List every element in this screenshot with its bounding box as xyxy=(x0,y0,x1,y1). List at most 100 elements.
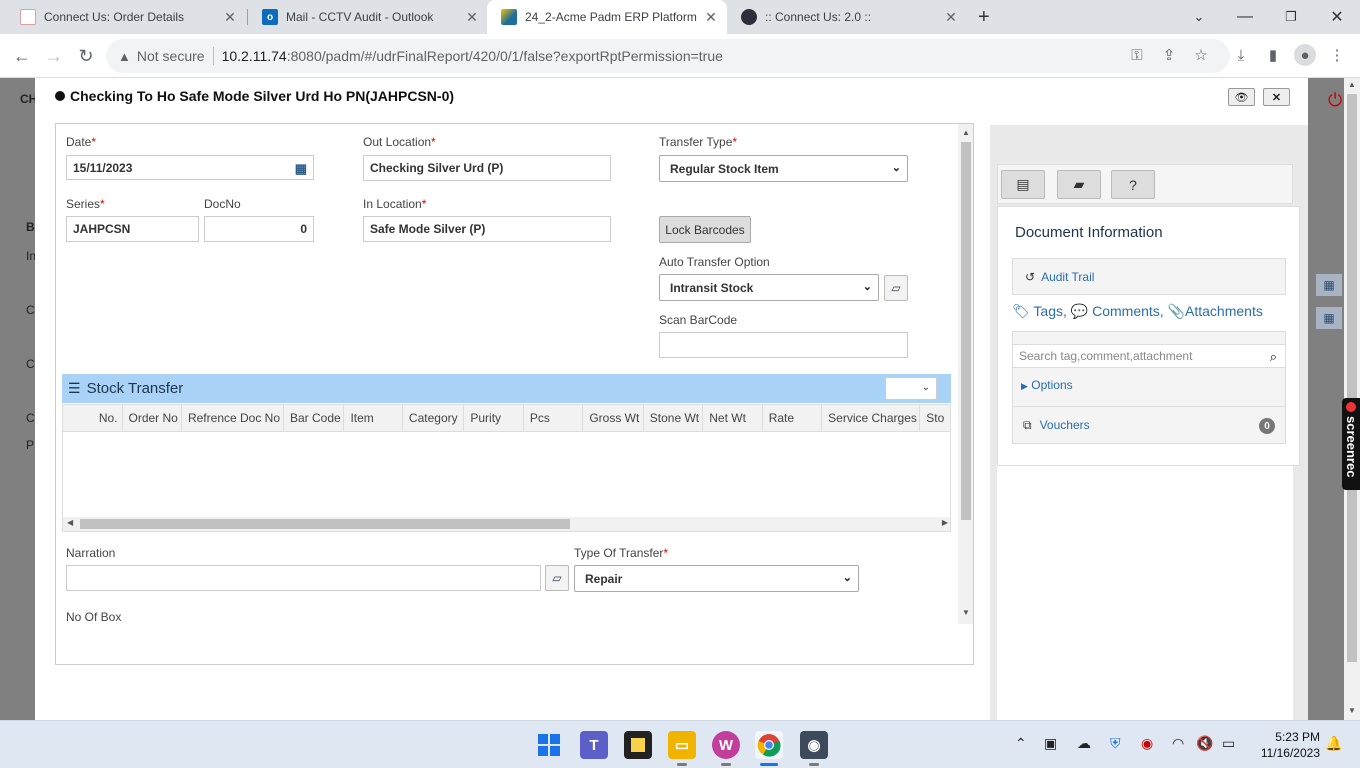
book-icon[interactable]: ▰ xyxy=(1057,170,1101,199)
tab-connect-us[interactable]: :: Connect Us: 2.0 :: ✕ xyxy=(727,0,967,34)
docno-field[interactable]: 0 xyxy=(204,216,314,242)
col-pcs[interactable]: Pcs xyxy=(524,405,584,431)
col-item[interactable]: Item xyxy=(344,405,403,431)
scroll-left-icon[interactable]: ◀ xyxy=(67,518,73,527)
profile-avatar-icon[interactable]: ● xyxy=(1294,44,1316,66)
col-net-wt[interactable]: Net Wt xyxy=(703,405,763,431)
chevron-down-icon[interactable]: ⌄ xyxy=(1176,0,1222,34)
sticky-notes-icon[interactable] xyxy=(624,731,652,759)
scroll-thumb[interactable] xyxy=(80,519,570,529)
vouchers-link[interactable]: ⧉ Vouchers 0 xyxy=(1012,406,1286,444)
key-icon[interactable]: ⚿ xyxy=(1126,44,1148,66)
attachments-link[interactable]: Attachments xyxy=(1185,303,1263,319)
restore-icon[interactable]: ❐ xyxy=(1268,0,1314,34)
tags-link[interactable]: Tags, xyxy=(1033,303,1066,319)
scroll-thumb[interactable] xyxy=(1347,94,1357,662)
scroll-thumb[interactable] xyxy=(961,142,971,520)
tab-outlook[interactable]: o Mail - CCTV Audit - Outlook ✕ xyxy=(248,0,488,34)
auto-transfer-select[interactable]: Intransit Stock ⌄ xyxy=(659,274,879,301)
new-tab-button[interactable]: + xyxy=(970,0,1004,34)
folder-open-icon[interactable]: ▱ xyxy=(545,565,569,591)
type-of-transfer-select[interactable]: Repair ⌄ xyxy=(574,565,859,592)
stock-transfer-select[interactable]: ⌄ xyxy=(885,377,937,400)
share-icon[interactable]: ⇪ xyxy=(1158,44,1180,66)
series-field[interactable]: JAHPCSN xyxy=(66,216,199,242)
security-shield-icon[interactable]: ⛨ xyxy=(1110,735,1121,752)
col-category[interactable]: Category xyxy=(403,405,465,431)
scroll-up-icon[interactable]: ▲ xyxy=(958,128,973,137)
tag-search-input[interactable]: Search tag,comment,attachment ⌕ xyxy=(1013,344,1285,368)
url-field[interactable]: ▲ Not secure 10.2.11.74:8080/padm/#/udrF… xyxy=(106,39,1230,73)
stock-transfer-modal: Checking To Ho Safe Mode Silver Urd Ho P… xyxy=(35,78,1308,720)
system-clock[interactable]: 5:23 PM 11/16/2023 xyxy=(1254,729,1320,761)
close-tab-icon[interactable]: ✕ xyxy=(703,9,719,26)
col-sto[interactable]: Sto xyxy=(920,405,950,431)
teams-icon[interactable]: T xyxy=(580,731,608,759)
options-toggle[interactable]: ▶ Options xyxy=(1021,378,1073,392)
reload-icon[interactable]: ↻ xyxy=(74,44,98,68)
lock-barcodes-button[interactable]: Lock Barcodes xyxy=(659,216,751,243)
calendar-icon[interactable]: ▦ xyxy=(295,161,307,177)
narration-input[interactable] xyxy=(66,565,541,591)
tab-order-details[interactable]: Connect Us: Order Details ✕ xyxy=(6,0,246,34)
in-location-field[interactable]: Safe Mode Silver (P) xyxy=(363,216,611,242)
transfer-type-select[interactable]: Regular Stock Item ⌄ xyxy=(659,155,908,182)
scan-barcode-input[interactable] xyxy=(659,332,908,358)
search-icon[interactable]: ⌕ xyxy=(1270,349,1277,365)
col-purity[interactable]: Purity xyxy=(464,405,524,431)
calendar-icon[interactable]: ▦ xyxy=(1316,274,1342,296)
close-modal-icon[interactable]: ✕ xyxy=(1263,88,1290,106)
close-window-icon[interactable]: ✕ xyxy=(1314,0,1360,34)
date-field[interactable]: 15/11/2023 ▦ xyxy=(66,155,314,180)
col-refrence-doc-no[interactable]: Refrence Doc No xyxy=(182,405,284,431)
out-location-field[interactable]: Checking Silver Urd (P) xyxy=(363,155,611,181)
hide-eye-icon[interactable]: 👁 xyxy=(1228,88,1255,106)
cloud-off-icon[interactable]: ☁ xyxy=(1077,735,1091,752)
col-bar-code[interactable]: Bar Code xyxy=(284,405,345,431)
more-menu-icon[interactable]: ⋮ xyxy=(1326,44,1348,66)
scroll-right-icon[interactable]: ▶ xyxy=(942,518,948,527)
calendar-icon[interactable]: ▦ xyxy=(1316,307,1342,329)
record-indicator-icon[interactable]: ◉ xyxy=(1141,735,1153,752)
screenrec-widget[interactable]: screenrec xyxy=(1342,398,1360,490)
power-icon[interactable]: ⏻ xyxy=(1328,90,1342,111)
volume-muted-icon[interactable]: 🔇 xyxy=(1196,735,1213,752)
grid-horizontal-scrollbar[interactable]: ◀ ▶ xyxy=(63,517,950,531)
col-gross-wt[interactable]: Gross Wt xyxy=(583,405,644,431)
side-panel-icon[interactable]: ▮ xyxy=(1262,44,1284,66)
back-icon[interactable]: ← xyxy=(10,44,34,68)
wifi-icon[interactable]: ◠ xyxy=(1172,735,1184,752)
scroll-down-icon[interactable]: ▼ xyxy=(1344,706,1360,715)
form-vertical-scrollbar[interactable]: ▲ ▼ xyxy=(958,124,973,624)
help-icon[interactable]: ? xyxy=(1111,170,1155,199)
comments-link[interactable]: Comments, xyxy=(1092,303,1164,319)
audit-trail-link[interactable]: ↺ Audit Trail xyxy=(1012,258,1286,295)
close-tab-icon[interactable]: ✕ xyxy=(464,9,480,26)
minimize-icon[interactable]: — xyxy=(1222,0,1268,34)
scroll-down-icon[interactable]: ▼ xyxy=(958,608,973,617)
col-service-charges[interactable]: Service Charges xyxy=(822,405,921,431)
list-view-icon[interactable]: ▤ xyxy=(1001,170,1045,199)
col-no[interactable]: No. xyxy=(63,405,123,431)
chevron-up-icon[interactable]: ⌃ xyxy=(1015,735,1027,752)
outlook-icon: o xyxy=(262,9,278,25)
battery-icon[interactable]: ▭ xyxy=(1222,735,1235,752)
file-explorer-icon[interactable]: ▭ xyxy=(668,731,696,759)
bookmark-star-icon[interactable]: ☆ xyxy=(1190,44,1212,66)
download-icon[interactable]: ⤓ xyxy=(1230,44,1252,66)
scroll-up-icon[interactable]: ▲ xyxy=(1344,80,1360,89)
col-stone-wt[interactable]: Stone Wt xyxy=(644,405,704,431)
col-order-no[interactable]: Order No xyxy=(123,405,182,431)
wps-office-icon[interactable]: W xyxy=(712,731,740,759)
notification-bell-icon[interactable]: 🔔 xyxy=(1325,735,1342,752)
camera-app-icon[interactable]: ◉ xyxy=(800,731,828,759)
folder-open-icon[interactable]: ▱ xyxy=(884,275,908,301)
tab-erp-platform[interactable]: 24_2-Acme Padm ERP Platform ✕ xyxy=(487,0,727,34)
close-tab-icon[interactable]: ✕ xyxy=(943,9,959,26)
close-tab-icon[interactable]: ✕ xyxy=(222,9,238,26)
col-rate[interactable]: Rate xyxy=(763,405,823,431)
windows-start-icon[interactable] xyxy=(535,731,563,759)
network-status-icon[interactable]: ▣ xyxy=(1044,735,1057,752)
forward-icon[interactable]: → xyxy=(42,44,66,68)
chrome-icon[interactable] xyxy=(755,731,783,759)
